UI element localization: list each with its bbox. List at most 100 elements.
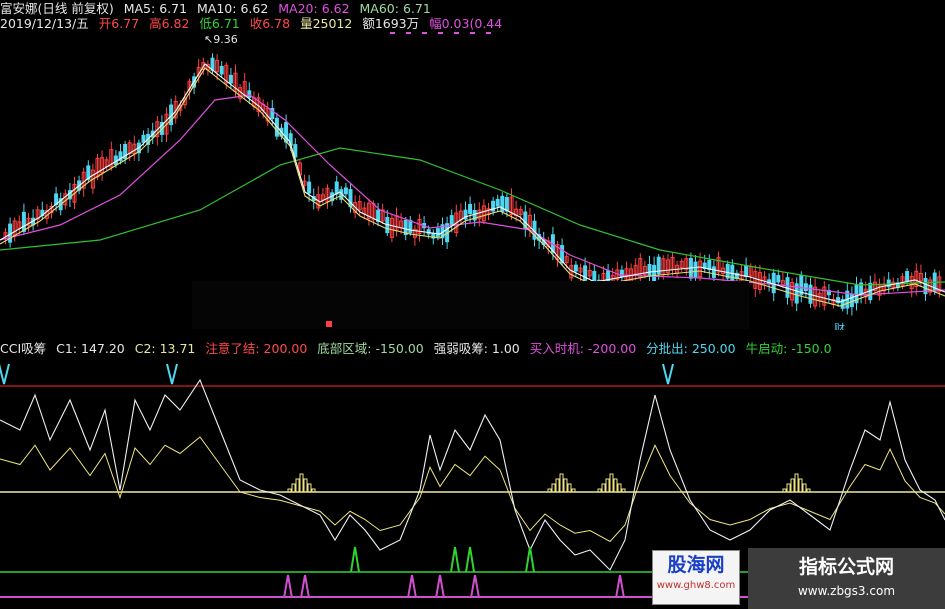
candle-body	[504, 197, 509, 212]
buy-signal-peak-icon	[615, 574, 625, 599]
watermark-zbgs: 指标公式网 www.zbgs3.com	[748, 548, 945, 609]
signal-bar	[551, 483, 556, 493]
candle-body	[449, 215, 454, 226]
indicator-legend: CCI吸筹 C1: 147.20 C2: 13.71 注意了结: 200.00 …	[0, 341, 838, 356]
signal-bar	[563, 478, 568, 493]
buy-signal-peak-icon	[450, 546, 460, 573]
candle-body	[228, 74, 233, 84]
legend-dash	[486, 32, 491, 34]
stock-title: 富安娜(日线 前复权)	[0, 1, 114, 16]
signal-bar	[295, 478, 300, 493]
signal-bar	[291, 483, 296, 493]
redacted-area	[192, 281, 749, 329]
close-label: 收6.78	[249, 16, 291, 31]
legend-dash	[454, 32, 459, 34]
candle-body	[219, 65, 224, 75]
candle-body	[647, 263, 652, 277]
buy-signal-peak-icon	[470, 574, 480, 599]
zhuyi-label: 注意了结: 200.00	[205, 341, 308, 356]
ma5-label: MA5: 6.71	[123, 1, 188, 16]
candle-body	[408, 219, 413, 234]
low-label: 低6.71	[199, 16, 240, 31]
peak-price-label: ↖9.36	[204, 33, 238, 46]
mairu-label: 买入时机: -200.00	[529, 341, 637, 356]
candle-body	[247, 90, 252, 98]
candle-body	[468, 203, 473, 215]
open-label: 开6.77	[98, 16, 140, 31]
signal-bar	[287, 488, 292, 493]
signal-bar	[571, 488, 576, 493]
signal-bar	[307, 483, 312, 493]
watermark-guhaiwang: 股海网 www.ghw8.com	[652, 550, 740, 605]
signal-bar	[782, 488, 787, 493]
signal-bar	[559, 473, 564, 493]
signal-bar	[790, 478, 795, 493]
buy-signal-peak-icon	[435, 574, 445, 599]
signal-bar	[605, 478, 610, 493]
fenpi-label: 分批出: 250.00	[646, 341, 736, 356]
candle-body	[141, 134, 146, 143]
date-label: 2019/12/13/五	[0, 16, 89, 31]
signal-bar	[798, 478, 803, 493]
quote-legend: 2019/12/13/五 开6.77 高6.82 低6.71 收6.78 量25…	[0, 16, 508, 31]
redacted-area	[534, 28, 945, 140]
legend-dash	[390, 32, 395, 34]
dibu-label: 底部区域: -150.00	[317, 341, 424, 356]
down-arrow-marker-icon	[0, 363, 10, 385]
ma-legend: 富安娜(日线 前复权) MA5: 6.71 MA10: 6.62 MA20: 6…	[0, 1, 437, 16]
legend-dash	[438, 32, 443, 34]
price-chart-panel[interactable]: 富安娜(日线 前复权) MA5: 6.71 MA10: 6.62 MA20: 6…	[0, 0, 945, 330]
signal-bar	[547, 488, 552, 493]
signal-bar	[609, 473, 614, 493]
buy-signal-peak-icon	[283, 574, 293, 599]
candle-body	[905, 271, 910, 282]
signal-bar	[794, 473, 799, 493]
signal-bar	[601, 483, 606, 493]
niu-label: 牛启动: -150.0	[745, 341, 832, 356]
signal-bar	[806, 488, 811, 493]
candle-body	[711, 266, 716, 278]
amount-label: 额1693万	[362, 16, 420, 31]
high-label: 高6.82	[149, 16, 190, 31]
qiangruo-label: 强弱吸筹: 1.00	[433, 341, 520, 356]
signal-bar	[597, 488, 602, 493]
volume-label: 量25012	[300, 16, 353, 31]
candle-body	[573, 264, 578, 272]
signal-bar	[303, 478, 308, 493]
candle-body	[744, 265, 749, 278]
event-marker[interactable]	[326, 321, 332, 327]
signal-bar	[786, 483, 791, 493]
candle-body	[343, 187, 348, 195]
signal-bar	[299, 473, 304, 493]
candle-body	[771, 272, 776, 294]
signal-bar	[613, 478, 618, 493]
candle-body	[693, 261, 698, 278]
candle-body	[803, 283, 808, 292]
ma10-label: MA10: 6.62	[197, 1, 269, 16]
buy-signal-peak-icon	[407, 574, 417, 599]
candle-body	[307, 181, 312, 194]
buy-signal-peak-icon	[525, 546, 535, 573]
signal-bar	[621, 488, 626, 493]
legend-dash	[406, 32, 411, 34]
c2-label: C2: 13.71	[134, 341, 196, 356]
candle-body	[495, 198, 500, 207]
buy-signal-peak-icon	[350, 546, 360, 573]
finance-marker[interactable]: 财	[834, 320, 845, 330]
buy-signal-peak-icon	[300, 574, 310, 599]
buy-signal-peak-icon	[465, 546, 475, 573]
ma60-line	[0, 147, 945, 286]
signal-bar	[555, 478, 560, 493]
legend-dash	[422, 32, 427, 34]
signal-bar	[567, 483, 572, 493]
signal-bar	[311, 488, 316, 493]
signal-bar	[617, 483, 622, 493]
candle-body	[776, 275, 781, 283]
candle-body	[21, 211, 26, 232]
cci-line	[0, 378, 945, 571]
c1-label: C1: 147.20	[56, 341, 125, 356]
candle-body	[435, 228, 440, 238]
ma20-label: MA20: 6.62	[278, 1, 350, 16]
down-arrow-marker-icon	[662, 363, 674, 385]
down-arrow-marker-icon	[166, 363, 178, 385]
